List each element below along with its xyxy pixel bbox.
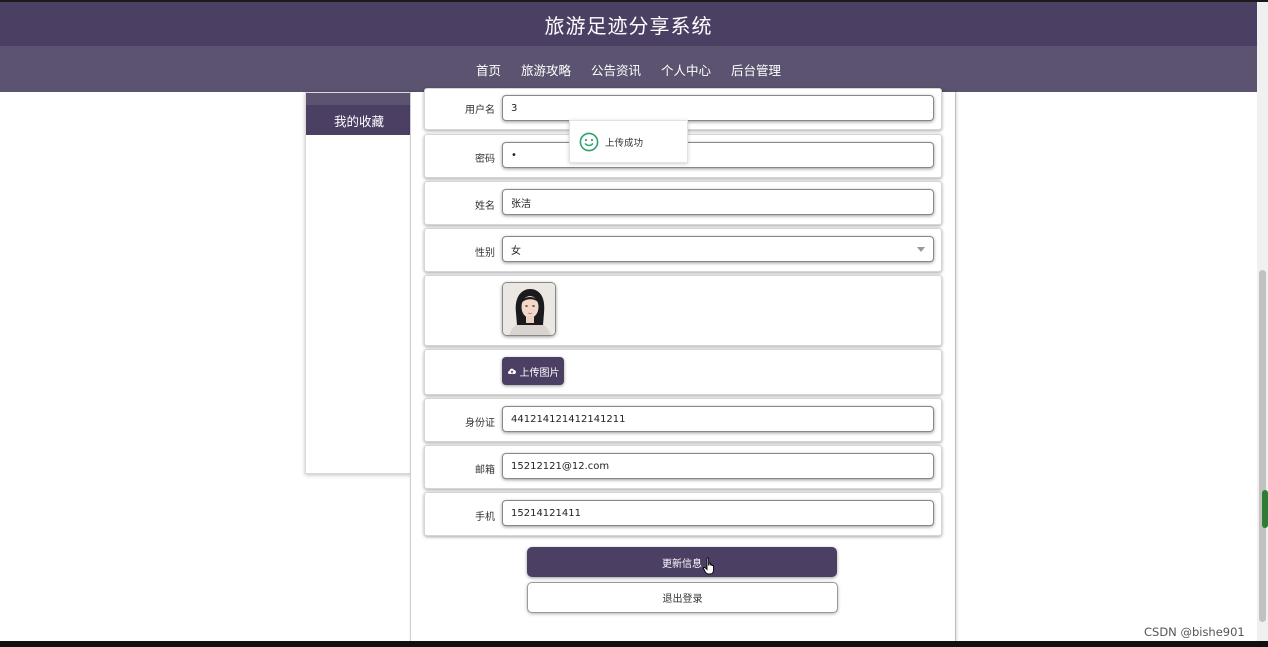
form-row-gender: 性别 女 xyxy=(424,228,942,272)
site-header: 旅游足迹分享系统 xyxy=(0,2,1257,46)
upload-success-toast: 上传成功 xyxy=(569,120,688,163)
email-input[interactable]: 15212121@12.com xyxy=(502,453,934,479)
window-bottom-frame xyxy=(0,641,1268,647)
update-info-button[interactable]: 更新信息 xyxy=(527,547,837,577)
nav-item-admin[interactable]: 后台管理 xyxy=(721,46,791,92)
sidebar: 我的收藏 xyxy=(305,92,413,474)
nav-item-personal-center[interactable]: 个人中心 xyxy=(651,46,722,92)
chevron-down-icon xyxy=(917,247,925,252)
nav-item-news[interactable]: 公告资讯 xyxy=(581,46,651,92)
upload-image-button[interactable]: 上传图片 xyxy=(502,357,564,385)
avatar-portrait-image xyxy=(503,283,555,335)
avatar-preview[interactable] xyxy=(502,282,556,336)
form-row-avatar xyxy=(424,275,942,346)
nav-item-label: 后台管理 xyxy=(731,62,782,78)
toast-message: 上传成功 xyxy=(605,137,644,149)
email-label: 邮箱 xyxy=(475,465,495,476)
nav-item-home[interactable]: 首页 xyxy=(466,46,511,92)
phone-label: 手机 xyxy=(475,512,495,523)
watermark-text: CSDN @bishe901 xyxy=(1144,625,1245,639)
name-input[interactable]: 张洁 xyxy=(502,189,934,215)
form-row-email: 邮箱 15212121@12.com xyxy=(424,445,942,489)
main-nav: 首页 旅游攻略 公告资讯 个人中心 后台管理 xyxy=(0,46,1257,92)
update-info-label: 更新信息 xyxy=(662,558,702,570)
password-input[interactable]: • xyxy=(502,142,934,168)
nav-item-label: 个人中心 xyxy=(661,62,712,78)
hand-cursor-icon xyxy=(703,557,714,575)
sidebar-item-cut-off[interactable] xyxy=(306,93,412,105)
nav-item-label: 首页 xyxy=(475,62,501,78)
site-title: 旅游足迹分享系统 xyxy=(544,13,713,38)
form-row-id-card: 身份证 441214121412141211 xyxy=(424,398,942,442)
scroll-indicator xyxy=(1262,490,1268,528)
gender-select[interactable]: 女 xyxy=(502,236,934,262)
nav-item-label: 公告资讯 xyxy=(590,62,641,78)
upload-image-label: 上传图片 xyxy=(519,367,560,379)
username-input[interactable]: 3 xyxy=(502,95,934,121)
gender-label: 性别 xyxy=(475,248,495,259)
phone-input[interactable]: 15214121411 xyxy=(502,500,934,526)
page-scrollbar[interactable] xyxy=(1257,2,1268,641)
cloud-upload-icon xyxy=(507,368,516,374)
id-card-input[interactable]: 441214121412141211 xyxy=(502,406,934,432)
smile-icon xyxy=(579,132,599,151)
scrollbar-thumb[interactable] xyxy=(1259,270,1266,622)
name-label: 姓名 xyxy=(475,201,495,212)
password-label: 密码 xyxy=(475,154,495,165)
logout-label: 退出登录 xyxy=(662,594,703,605)
form-row-name: 姓名 张洁 xyxy=(424,181,942,225)
nav-item-label: 旅游攻略 xyxy=(520,62,571,78)
form-row-phone: 手机 15214121411 xyxy=(424,492,942,536)
logout-button[interactable]: 退出登录 xyxy=(527,582,838,613)
profile-form-panel: 用户名 3 密码 • 姓名 张洁 性别 女 上传图片 身份证 441214121… xyxy=(410,88,956,641)
sidebar-item-label: 我的收藏 xyxy=(333,113,384,129)
gender-select-value: 女 xyxy=(511,245,521,257)
id-card-label: 身份证 xyxy=(465,418,495,429)
username-label: 用户名 xyxy=(465,105,495,116)
form-row-upload: 上传图片 xyxy=(424,349,942,395)
sidebar-item-favorites[interactable]: 我的收藏 xyxy=(306,105,412,135)
nav-item-guides[interactable]: 旅游攻略 xyxy=(511,46,581,92)
